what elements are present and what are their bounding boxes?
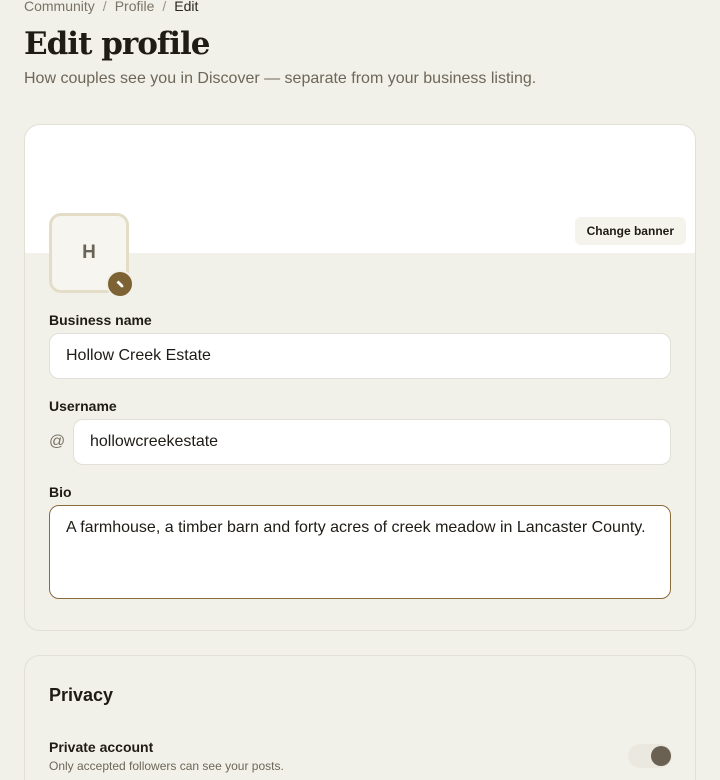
private-account-toggle[interactable] [628,744,672,768]
breadcrumb-separator: / [162,0,167,14]
pencil-icon [116,280,124,288]
edit-profile-page: Community / Profile / Edit Edit profile … [0,0,720,780]
toggle-knob [651,746,671,766]
breadcrumb-profile[interactable]: Profile [115,0,155,14]
page-title: Edit profile [24,26,210,62]
page-subtitle: How couples see you in Discover — separa… [24,70,537,87]
breadcrumb-separator: / [102,0,107,14]
business-name-input[interactable] [49,333,671,379]
private-account-label: Private account [49,739,154,755]
profile-card: Change banner H Business name Username @… [24,124,696,631]
breadcrumb-current: Edit [174,0,199,14]
breadcrumb: Community / Profile / Edit [24,0,198,14]
avatar-initial: H [82,242,96,263]
change-banner-button[interactable]: Change banner [574,217,686,245]
breadcrumb-community[interactable]: Community [24,0,95,14]
username-at-prefix: @ [49,433,66,450]
privacy-title: Privacy [49,685,114,705]
username-label: Username [49,398,117,414]
avatar-edit-button[interactable] [106,270,134,298]
bio-label: Bio [49,484,72,500]
bio-textarea[interactable]: A farmhouse, a timber barn and forty acr… [49,505,671,599]
username-input[interactable] [73,419,671,465]
business-name-label: Business name [49,312,152,328]
privacy-card: Privacy Private account Only accepted fo… [24,655,696,780]
private-account-description: Only accepted followers can see your pos… [49,759,284,773]
